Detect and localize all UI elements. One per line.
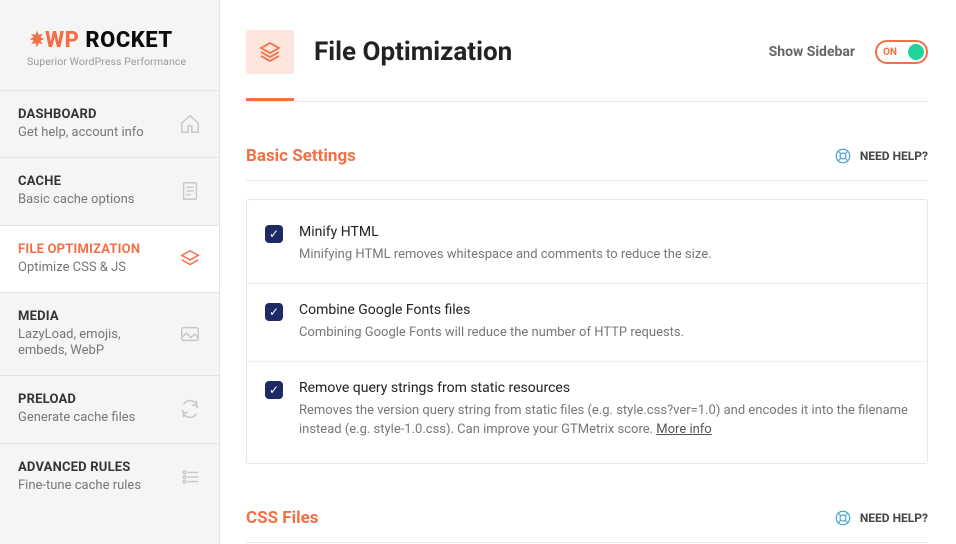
setting-minify-html: ✓ Minify HTML Minifying HTML removes whi…	[247, 206, 927, 283]
sidebar-item-sub: Generate cache files	[18, 410, 169, 426]
divider	[246, 101, 928, 102]
settings-group: ✓ Minify HTML Minifying HTML removes whi…	[246, 199, 928, 464]
show-sidebar-label: Show Sidebar	[769, 44, 855, 60]
page-title: File Optimization	[314, 37, 749, 67]
setting-desc: Removes the version query string from st…	[299, 402, 909, 440]
sidebar-item-file-optimization[interactable]: FILE OPTIMIZATION Optimize CSS & JS	[0, 225, 219, 292]
logo-subtitle: Superior WordPress Performance	[27, 55, 201, 68]
sliders-icon	[179, 466, 201, 488]
sidebar-item-advanced-rules[interactable]: ADVANCED RULES Fine-tune cache rules	[0, 443, 219, 510]
sidebar-item-label: MEDIA	[18, 309, 169, 324]
logo: WP ROCKET Superior WordPress Performance	[0, 0, 219, 90]
need-help-link[interactable]: NEED HELP?	[834, 147, 928, 165]
sidebar-item-media[interactable]: MEDIA LazyLoad, emojis, embeds, WebP	[0, 292, 219, 376]
section-basic-settings: Basic Settings NEED HELP? ✓ Minify HTML …	[246, 146, 928, 464]
sidebar: WP ROCKET Superior WordPress Performance…	[0, 0, 220, 544]
section-title: CSS Files	[246, 508, 319, 528]
home-icon	[179, 113, 201, 135]
layers-icon	[246, 30, 294, 74]
sidebar-item-label: PRELOAD	[18, 392, 169, 407]
refresh-icon	[179, 398, 201, 420]
layers-icon	[179, 248, 201, 270]
sidebar-item-sub: Get help, account info	[18, 125, 169, 141]
setting-desc: Combining Google Fonts will reduce the n…	[299, 324, 909, 343]
setting-desc: Minifying HTML removes whitespace and co…	[299, 246, 909, 265]
setting-label: Remove query strings from static resourc…	[299, 380, 909, 396]
need-help-text: NEED HELP?	[860, 511, 928, 525]
setting-remove-query-strings: ✓ Remove query strings from static resou…	[247, 361, 927, 458]
divider	[246, 542, 928, 543]
sidebar-item-preload[interactable]: PRELOAD Generate cache files	[0, 375, 219, 442]
sidebar-item-label: DASHBOARD	[18, 107, 169, 122]
need-help-link[interactable]: NEED HELP?	[834, 509, 928, 527]
logo-brand-wp: WP	[45, 28, 79, 53]
more-info-link[interactable]: More info	[656, 422, 711, 437]
page-header: File Optimization Show Sidebar ON	[246, 30, 928, 74]
toggle-knob	[908, 44, 924, 60]
sidebar-item-cache[interactable]: CACHE Basic cache options	[0, 157, 219, 224]
sidebar-item-sub: Fine-tune cache rules	[18, 478, 169, 494]
setting-label: Combine Google Fonts files	[299, 302, 909, 318]
lifebuoy-icon	[834, 509, 852, 527]
lifebuoy-icon	[834, 147, 852, 165]
image-icon	[179, 323, 201, 345]
checkbox-remove-query-strings[interactable]: ✓	[265, 381, 283, 399]
show-sidebar-toggle[interactable]: ON	[875, 40, 928, 64]
sidebar-item-dashboard[interactable]: DASHBOARD Get help, account info	[0, 90, 219, 157]
sidebar-item-sub: Basic cache options	[18, 192, 169, 208]
checkbox-minify-html[interactable]: ✓	[265, 225, 283, 243]
main-content: File Optimization Show Sidebar ON Basic …	[220, 0, 956, 544]
setting-label: Minify HTML	[299, 224, 909, 240]
setting-combine-google-fonts: ✓ Combine Google Fonts files Combining G…	[247, 283, 927, 361]
sidebar-item-label: FILE OPTIMIZATION	[18, 242, 169, 257]
section-title: Basic Settings	[246, 146, 356, 166]
sidebar-item-label: CACHE	[18, 174, 169, 189]
divider	[246, 180, 928, 181]
file-icon	[179, 180, 201, 202]
need-help-text: NEED HELP?	[860, 149, 928, 163]
section-css-files: CSS Files NEED HELP?	[246, 508, 928, 543]
logo-brand-rocket: ROCKET	[79, 28, 172, 53]
sidebar-item-label: ADVANCED RULES	[18, 460, 169, 475]
sidebar-item-sub: Optimize CSS & JS	[18, 260, 169, 276]
toggle-on-label: ON	[883, 47, 897, 58]
checkbox-combine-google-fonts[interactable]: ✓	[265, 303, 283, 321]
sidebar-item-sub: LazyLoad, emojis, embeds, WebP	[18, 327, 169, 360]
